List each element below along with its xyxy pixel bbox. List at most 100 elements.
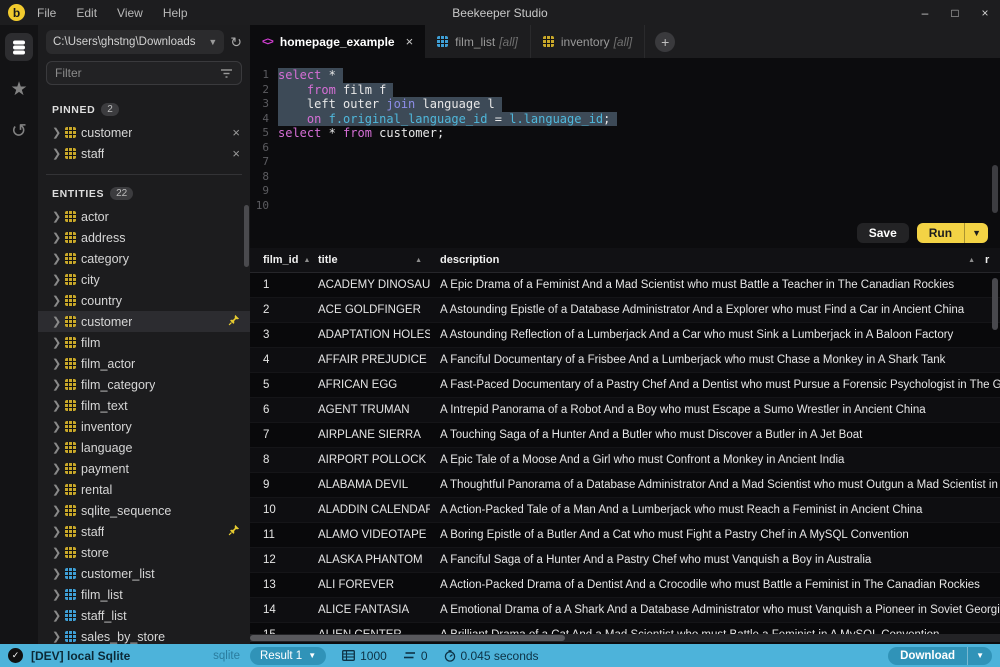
- download-options-dropdown[interactable]: ▼: [967, 647, 992, 665]
- chevron-right-icon[interactable]: ❯: [52, 441, 60, 454]
- chevron-right-icon[interactable]: ❯: [52, 483, 60, 496]
- scrollbar-thumb[interactable]: [250, 635, 565, 641]
- cell-film-id[interactable]: 10: [250, 504, 310, 516]
- cell-description[interactable]: A Thoughtful Panorama of a Database Admi…: [430, 479, 1000, 491]
- cell-film-id[interactable]: 9: [250, 479, 310, 491]
- chevron-right-icon[interactable]: ❯: [52, 336, 60, 349]
- cell-description[interactable]: A Fanciful Documentary of a Frisbee And …: [430, 354, 1000, 366]
- table-row[interactable]: 10ALADDIN CALENDARA Action-Packed Tale o…: [250, 498, 1000, 523]
- sidebar-scrollbar[interactable]: [244, 205, 249, 267]
- chevron-right-icon[interactable]: ❯: [52, 273, 60, 286]
- cell-film-id[interactable]: 3: [250, 329, 310, 341]
- tab-inventory[interactable]: inventory[all]: [531, 25, 645, 58]
- table-row[interactable]: 4AFFAIR PREJUDICEA Fanciful Documentary …: [250, 348, 1000, 373]
- unpin-icon[interactable]: ×: [232, 146, 240, 161]
- entity-item-film_category[interactable]: ❯film_category: [38, 374, 250, 395]
- chevron-right-icon[interactable]: ❯: [52, 210, 60, 223]
- download-button[interactable]: Download: [888, 647, 967, 665]
- cell-film-id[interactable]: 12: [250, 554, 310, 566]
- chevron-right-icon[interactable]: ❯: [52, 252, 60, 265]
- chevron-right-icon[interactable]: ❯: [52, 147, 60, 160]
- cell-title[interactable]: ALADDIN CALENDAR: [310, 504, 430, 516]
- cell-film-id[interactable]: 4: [250, 354, 310, 366]
- new-tab-button[interactable]: +: [655, 32, 675, 52]
- cell-description[interactable]: A Epic Tale of a Moose And a Girl who mu…: [430, 454, 1000, 466]
- chevron-right-icon[interactable]: ❯: [52, 294, 60, 307]
- tab-close-icon[interactable]: ×: [406, 34, 414, 49]
- chevron-right-icon[interactable]: ❯: [52, 546, 60, 559]
- pinned-indicator[interactable]: [228, 314, 240, 329]
- minimize-icon[interactable]: –: [910, 6, 940, 20]
- cell-title[interactable]: ACADEMY DINOSAUR: [310, 279, 430, 291]
- unpin-icon[interactable]: ×: [232, 125, 240, 140]
- table-row[interactable]: 6AGENT TRUMANA Intrepid Panorama of a Ro…: [250, 398, 1000, 423]
- table-row[interactable]: 7AIRPLANE SIERRAA Touching Saga of a Hun…: [250, 423, 1000, 448]
- entity-item-customer[interactable]: ❯customer: [38, 311, 250, 332]
- cell-title[interactable]: ADAPTATION HOLES: [310, 329, 430, 341]
- tab-film_list[interactable]: film_list[all]: [425, 25, 531, 58]
- cell-description[interactable]: A Astounding Reflection of a Lumberjack …: [430, 329, 1000, 341]
- cell-title[interactable]: ALI FOREVER: [310, 579, 430, 591]
- pinned-item[interactable]: ❯customer×: [38, 122, 250, 143]
- chevron-right-icon[interactable]: ❯: [52, 462, 60, 475]
- entity-filter-input[interactable]: Filter: [46, 61, 242, 85]
- table-row[interactable]: 14ALICE FANTASIAA Emotional Drama of a A…: [250, 598, 1000, 623]
- cell-film-id[interactable]: 8: [250, 454, 310, 466]
- cell-film-id[interactable]: 6: [250, 404, 310, 416]
- cell-title[interactable]: ALABAMA DEVIL: [310, 479, 430, 491]
- chevron-right-icon[interactable]: ❯: [52, 231, 60, 244]
- chevron-right-icon[interactable]: ❯: [52, 420, 60, 433]
- cell-description[interactable]: A Action-Packed Tale of a Man And a Lumb…: [430, 504, 1000, 516]
- entity-item-sales_by_store[interactable]: ❯sales_by_store: [38, 626, 250, 644]
- table-row[interactable]: 1ACADEMY DINOSAURA Epic Drama of a Femin…: [250, 273, 1000, 298]
- column-header-clipped[interactable]: r: [985, 254, 1000, 266]
- menu-help[interactable]: Help: [163, 6, 188, 20]
- cell-description[interactable]: A Boring Epistle of a Butler And a Cat w…: [430, 529, 1000, 541]
- cell-title[interactable]: AGENT TRUMAN: [310, 404, 430, 416]
- chevron-right-icon[interactable]: ❯: [52, 399, 60, 412]
- chevron-right-icon[interactable]: ❯: [52, 504, 60, 517]
- cell-description[interactable]: A Action-Packed Drama of a Dentist And a…: [430, 579, 1000, 591]
- column-header-title[interactable]: title ▲: [310, 254, 430, 266]
- cell-title[interactable]: AFRICAN EGG: [310, 379, 430, 391]
- chevron-right-icon[interactable]: ❯: [52, 357, 60, 370]
- pinned-indicator[interactable]: [228, 524, 240, 539]
- result-selector[interactable]: Result 1 ▼: [250, 647, 326, 665]
- table-row[interactable]: 13ALI FOREVERA Action-Packed Drama of a …: [250, 573, 1000, 598]
- tab-homepage_example[interactable]: <>homepage_example×: [250, 25, 425, 58]
- cell-film-id[interactable]: 14: [250, 604, 310, 616]
- sql-editor[interactable]: 1select *2 from film f3 left outer join …: [250, 58, 1000, 218]
- favorites-panel-button[interactable]: ★: [5, 75, 33, 103]
- save-button[interactable]: Save: [857, 223, 909, 243]
- cell-film-id[interactable]: 11: [250, 529, 310, 541]
- results-table[interactable]: 1ACADEMY DINOSAURA Epic Drama of a Femin…: [250, 273, 1000, 636]
- cell-film-id[interactable]: 5: [250, 379, 310, 391]
- table-row[interactable]: 8AIRPORT POLLOCKA Epic Tale of a Moose A…: [250, 448, 1000, 473]
- entity-item-payment[interactable]: ❯payment: [38, 458, 250, 479]
- entity-item-rental[interactable]: ❯rental: [38, 479, 250, 500]
- cell-film-id[interactable]: 2: [250, 304, 310, 316]
- results-vertical-scrollbar[interactable]: [992, 278, 998, 330]
- entity-item-language[interactable]: ❯language: [38, 437, 250, 458]
- cell-title[interactable]: ALAMO VIDEOTAPE: [310, 529, 430, 541]
- chevron-right-icon[interactable]: ❯: [52, 630, 60, 643]
- cell-description[interactable]: A Touching Saga of a Hunter And a Butler…: [430, 429, 1000, 441]
- database-selector[interactable]: C:\Users\ghstng\Downloads ▼: [46, 30, 224, 54]
- cell-title[interactable]: AIRPLANE SIERRA: [310, 429, 430, 441]
- entity-item-address[interactable]: ❯address: [38, 227, 250, 248]
- menu-file[interactable]: File: [37, 6, 56, 20]
- maximize-icon[interactable]: □: [940, 6, 970, 20]
- entity-item-film_text[interactable]: ❯film_text: [38, 395, 250, 416]
- entity-item-category[interactable]: ❯category: [38, 248, 250, 269]
- cell-film-id[interactable]: 7: [250, 429, 310, 441]
- cell-title[interactable]: ACE GOLDFINGER: [310, 304, 430, 316]
- cell-title[interactable]: AFFAIR PREJUDICE: [310, 354, 430, 366]
- chevron-right-icon[interactable]: ❯: [52, 588, 60, 601]
- cell-description[interactable]: A Intrepid Panorama of a Robot And a Boy…: [430, 404, 1000, 416]
- cell-description[interactable]: A Astounding Epistle of a Database Admin…: [430, 304, 1000, 316]
- cell-film-id[interactable]: 1: [250, 279, 310, 291]
- cell-description[interactable]: A Emotional Drama of a A Shark And a Dat…: [430, 604, 1000, 616]
- entity-item-sqlite_sequence[interactable]: ❯sqlite_sequence: [38, 500, 250, 521]
- history-panel-button[interactable]: ↺: [5, 117, 33, 145]
- cell-description[interactable]: A Fanciful Saga of a Hunter And a Pastry…: [430, 554, 1000, 566]
